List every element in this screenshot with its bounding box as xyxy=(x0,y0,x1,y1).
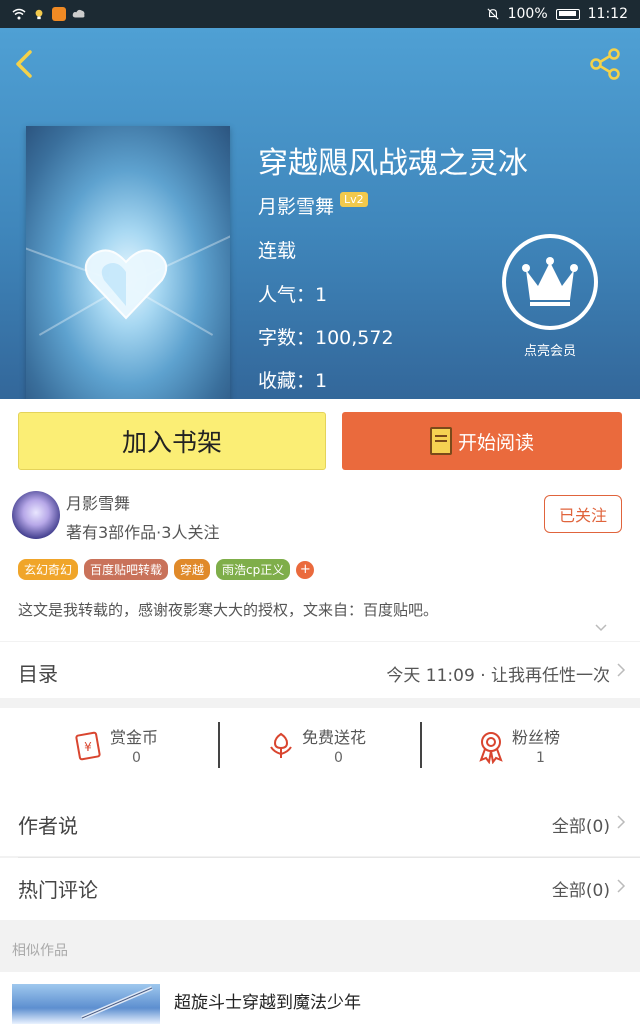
chevron-right-icon xyxy=(617,879,626,893)
status-right-icons: 100% 11:12 xyxy=(486,6,628,22)
send-flower-stat[interactable]: 免费送花 0 xyxy=(240,722,440,778)
share-icon[interactable] xyxy=(588,46,624,82)
tag-chip[interactable]: 雨浩cp正义 xyxy=(216,559,291,580)
stat-value: 0 xyxy=(334,750,343,766)
expand-chevron-icon[interactable] xyxy=(594,623,608,633)
author-level-badge: Lv2 xyxy=(340,192,368,207)
interaction-stats: ¥ 赏金币 0 免费送花 0 粉丝榜 1 xyxy=(0,708,640,794)
stat-value: 1 xyxy=(536,750,545,766)
app-notification-icon xyxy=(52,7,66,21)
wifi-icon xyxy=(12,8,26,20)
hot-comments-title: 热门评论 xyxy=(18,878,98,902)
add-tag-button[interactable]: + xyxy=(296,560,315,579)
hot-comments-row[interactable]: 热门评论 全部(0) xyxy=(0,858,640,920)
start-reading-label: 开始阅读 xyxy=(457,431,534,454)
author-says-count: 全部(0) xyxy=(551,817,610,837)
author-card: 月影雪舞 著有3部作品·3人关注 已关注 玄幻奇幻 百度贴吧转载 穿越 雨浩cp… xyxy=(0,479,640,641)
similar-work-item[interactable]: 超旋斗士穿越到魔法少年 xyxy=(0,972,640,1024)
cover-heart-image xyxy=(84,249,168,320)
follow-button[interactable]: 已关注 xyxy=(544,495,622,533)
crown-icon xyxy=(522,257,578,306)
similar-work-title: 超旋斗士穿越到魔法少年 xyxy=(174,993,361,1013)
book-word-count: 字数：100,572 xyxy=(258,327,394,349)
battery-icon xyxy=(555,8,580,20)
author-says-row[interactable]: 作者说 全部(0) xyxy=(0,794,640,858)
tag-chip[interactable]: 玄幻奇幻 xyxy=(18,559,79,580)
bulb-icon xyxy=(35,9,43,20)
fan-ranking-stat[interactable]: 粉丝榜 1 xyxy=(440,722,640,778)
book-header: 穿越飓风战魂之灵冰 月影雪舞 Lv2 连载 人气：1 字数：100,572 收藏… xyxy=(0,28,640,399)
stat-divider xyxy=(420,722,422,768)
tag-chip[interactable]: 穿越 xyxy=(174,559,211,580)
book-popularity: 人气：1 xyxy=(258,284,328,306)
similar-works-label: 相似作品 xyxy=(12,943,68,959)
book-author-row[interactable]: 月影雪舞 Lv2 xyxy=(258,192,368,219)
chevron-right-icon xyxy=(617,663,626,677)
author-says-title: 作者说 xyxy=(18,814,78,838)
reward-coin-icon: ¥ xyxy=(75,731,101,761)
cloud-icon xyxy=(72,9,85,18)
book-title: 穿越飓风战魂之灵冰 xyxy=(258,146,528,181)
author-stats: 著有3部作品·3人关注 xyxy=(66,523,220,542)
back-arrow-icon[interactable] xyxy=(10,46,38,82)
author-name[interactable]: 月影雪舞 xyxy=(66,490,130,514)
clock: 11:12 xyxy=(587,6,628,22)
add-to-shelf-button[interactable]: 加入书架 xyxy=(18,412,326,470)
toc-row[interactable]: 目录 今天 11:09 · 让我再任性一次 xyxy=(0,642,640,698)
book-status: 连载 xyxy=(258,240,297,262)
vip-label: 点亮会员 xyxy=(523,344,576,359)
mute-bell-icon xyxy=(487,8,499,20)
svg-text:¥: ¥ xyxy=(84,740,92,754)
flower-icon xyxy=(270,732,292,758)
status-left-icons xyxy=(12,7,86,21)
tag-chip[interactable]: 百度贴吧转载 xyxy=(84,559,169,580)
toc-latest-chapter: 今天 11:09 · 让我再任性一次 xyxy=(386,666,610,686)
action-bar: 加入书架 开始阅读 xyxy=(0,399,640,479)
hot-comments-count: 全部(0) xyxy=(551,881,610,901)
book-author[interactable]: 月影雪舞 xyxy=(258,192,334,219)
book-icon xyxy=(429,427,452,455)
similar-work-cover[interactable] xyxy=(12,984,160,1024)
start-reading-button[interactable]: 开始阅读 xyxy=(342,412,622,470)
battery-percent: 100% xyxy=(507,6,548,22)
status-bar: 100% 11:12 xyxy=(0,0,640,28)
book-cover[interactable] xyxy=(26,126,230,399)
medal-icon xyxy=(479,732,503,764)
vip-button[interactable] xyxy=(502,234,598,330)
tag-list: 玄幻奇幻 百度贴吧转载 穿越 雨浩cp正义 + xyxy=(18,559,315,580)
stat-label: 粉丝榜 xyxy=(512,728,561,747)
chevron-right-icon xyxy=(617,815,626,829)
stat-value: 0 xyxy=(132,750,141,766)
toc-title: 目录 xyxy=(18,662,58,686)
avatar[interactable] xyxy=(12,491,60,539)
sword-image xyxy=(81,986,153,1020)
book-description: 这文是我转载的，感谢夜影寒大大的授权，文来自：百度贴吧。 xyxy=(18,601,439,619)
book-favorites: 收藏：1 xyxy=(258,370,328,392)
reward-coin-stat[interactable]: ¥ 赏金币 0 xyxy=(40,722,240,778)
stat-divider xyxy=(218,722,220,768)
